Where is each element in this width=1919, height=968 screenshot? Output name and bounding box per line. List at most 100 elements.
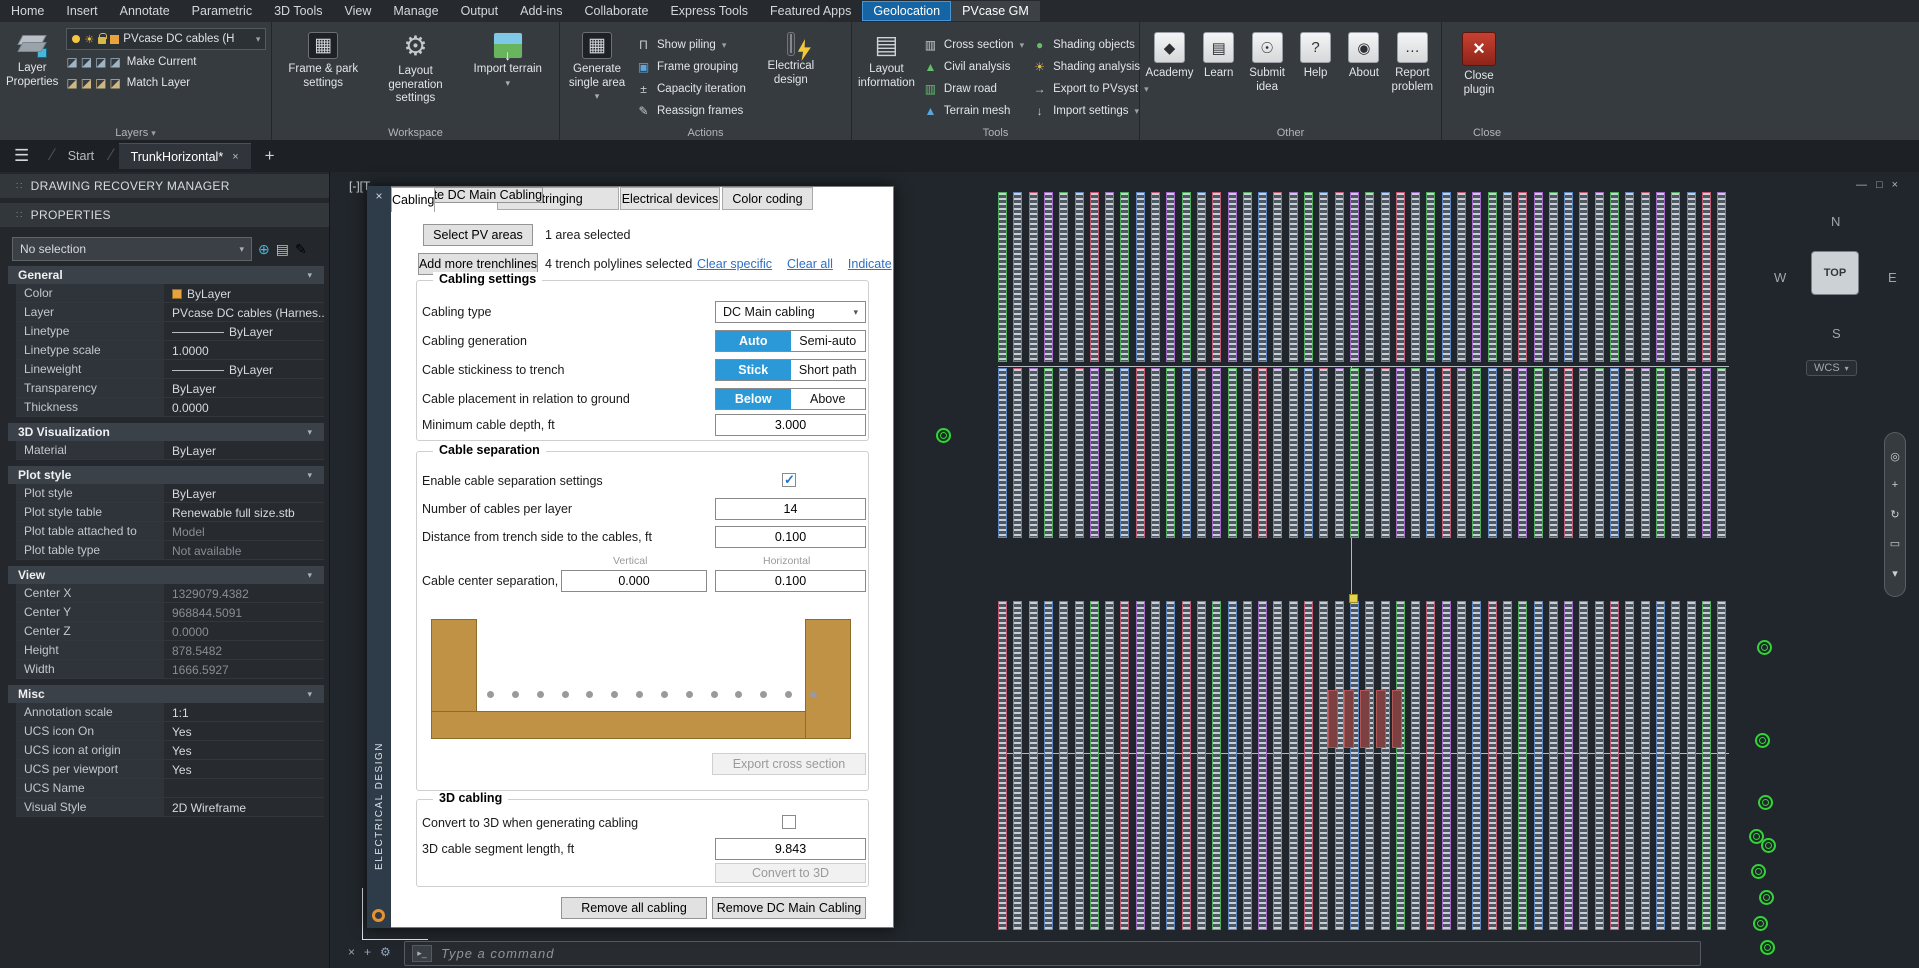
- clear-link[interactable]: Clear all: [787, 257, 833, 271]
- compass-south[interactable]: S: [1832, 326, 1841, 341]
- ribbon-tab[interactable]: Geolocation: [862, 1, 952, 21]
- property-row[interactable]: Height 878.5482: [16, 641, 324, 660]
- ribbon-small-button[interactable]: ✎ Reassign frames: [636, 102, 752, 120]
- layout-information-button[interactable]: ▤ Layout information: [858, 28, 915, 90]
- ribbon-help-button[interactable]: … Report problem: [1390, 28, 1435, 94]
- navigation-bar[interactable]: ◎ + ↻ ▭ ▾: [1884, 432, 1906, 597]
- ribbon-tab[interactable]: Annotate: [109, 1, 181, 21]
- footer-button[interactable]: Remove all cabling: [561, 897, 707, 919]
- layer-properties-button[interactable]: Layer Properties: [6, 28, 58, 89]
- property-row[interactable]: Visual Style 2D Wireframe: [16, 798, 324, 817]
- ribbon-small-button[interactable]: ▲ Terrain mesh: [923, 102, 1024, 120]
- close-tab-icon[interactable]: ×: [232, 151, 238, 163]
- selection-dropdown[interactable]: No selection ▾: [12, 237, 252, 261]
- ribbon-tab[interactable]: PVcase GM: [951, 1, 1040, 21]
- ribbon-small-button[interactable]: ▥ Draw road: [923, 80, 1024, 98]
- ribbon-tab[interactable]: Add-ins: [509, 1, 573, 21]
- electrical-design-button[interactable]: Electrical design: [760, 28, 822, 87]
- property-row[interactable]: Thickness 0.0000: [16, 398, 324, 417]
- cabling-type-dropdown[interactable]: DC Main cabling ▾: [715, 301, 866, 323]
- dialog-tab[interactable]: Electrical devices: [620, 187, 720, 210]
- hamburger-menu-icon[interactable]: ☰: [0, 146, 43, 166]
- property-row[interactable]: Linetype ByLayer: [16, 322, 324, 341]
- property-row[interactable]: UCS Name: [16, 779, 324, 798]
- navigation-tool-icon[interactable]: +: [1892, 479, 1898, 491]
- enable-separation-checkbox[interactable]: [782, 472, 796, 488]
- ribbon-tab[interactable]: Home: [0, 1, 55, 21]
- ribbon-small-button[interactable]: → Export to PVsyst ▾: [1032, 80, 1149, 98]
- property-row[interactable]: Center Z 0.0000: [16, 622, 324, 641]
- ribbon-small-button[interactable]: ▣ Frame grouping: [636, 58, 752, 76]
- property-row[interactable]: Layer PVcase DC cables (Harnes...: [16, 303, 324, 322]
- wcs-dropdown[interactable]: WCS ▾: [1806, 360, 1857, 376]
- clear-link[interactable]: Indicate: [848, 257, 892, 271]
- navigation-tool-icon[interactable]: ▭: [1890, 537, 1900, 550]
- ribbon-big-button[interactable]: ▦ Frame & park settings: [284, 28, 362, 94]
- dialog-tab[interactable]: Cabling: [391, 187, 436, 212]
- property-row[interactable]: UCS icon On Yes: [16, 722, 324, 741]
- generate-single-area-button[interactable]: ▦ Generate single area ▾: [566, 28, 628, 101]
- new-tab-button[interactable]: +: [251, 146, 289, 166]
- statusbar-icon[interactable]: +: [364, 945, 371, 959]
- property-row[interactable]: Plot table attached to Model: [16, 522, 324, 541]
- ribbon-tab[interactable]: Manage: [382, 1, 449, 21]
- ribbon-small-button[interactable]: ▲ Civil analysis: [923, 58, 1024, 76]
- select-pv-areas-button[interactable]: Select PV areas: [423, 224, 533, 246]
- ribbon-tab[interactable]: Express Tools: [659, 1, 759, 21]
- property-row[interactable]: Annotation scale 1:1: [16, 703, 324, 722]
- tab-drawing-active[interactable]: TrunkHorizontal* ×: [118, 143, 251, 169]
- statusbar-icon[interactable]: ⚙: [380, 945, 391, 959]
- command-customize-icon[interactable]: ▸_: [412, 945, 432, 962]
- ribbon-small-button[interactable]: Π Show piling ▾: [636, 36, 752, 54]
- ribbon-small-button[interactable]: ↓ Import settings ▾: [1032, 102, 1149, 120]
- ribbon-tab[interactable]: Parametric: [181, 1, 263, 21]
- selector-tool-icon[interactable]: ✎: [295, 241, 307, 258]
- ribbon-tab[interactable]: 3D Tools: [263, 1, 333, 21]
- ribbon-small-button[interactable]: ● Shading objects: [1032, 36, 1149, 54]
- convert-3d-checkbox[interactable]: [782, 815, 796, 829]
- property-row[interactable]: UCS per viewport Yes: [16, 760, 324, 779]
- ribbon-big-button[interactable]: ↓ Import terrain ▾: [469, 28, 547, 87]
- selector-tool-icon[interactable]: ▤: [276, 241, 289, 258]
- property-section-header[interactable]: Plot style: [8, 466, 324, 484]
- window-control-icon[interactable]: ×: [1892, 179, 1898, 191]
- compass-north[interactable]: N: [1831, 214, 1840, 229]
- viewcube-top-button[interactable]: TOP: [1811, 251, 1859, 295]
- ribbon-help-button[interactable]: ◉ About: [1341, 28, 1386, 81]
- property-row[interactable]: Plot table type Not available: [16, 541, 324, 560]
- trench-distance-input[interactable]: 0.100: [715, 526, 866, 548]
- statusbar-icon[interactable]: ×: [348, 945, 355, 959]
- ribbon-tab[interactable]: Output: [450, 1, 510, 21]
- property-section-header[interactable]: Misc: [8, 685, 324, 703]
- selector-tool-icon[interactable]: ⊕: [258, 241, 270, 258]
- clear-link[interactable]: Clear specific: [697, 257, 772, 271]
- window-control-icon[interactable]: □: [1876, 179, 1883, 191]
- min-depth-input[interactable]: 3.000: [715, 414, 866, 436]
- compass-west[interactable]: W: [1774, 270, 1786, 285]
- make-current-button[interactable]: ◪ ◪ ◪ ◪ Make Current: [66, 53, 266, 71]
- match-layer-button[interactable]: ◪ ◪ ◪ ◪ Match Layer: [66, 74, 266, 92]
- ribbon-small-button[interactable]: ± Capacity iteration: [636, 80, 752, 98]
- property-row[interactable]: Plot style table Renewable full size.stb: [16, 503, 324, 522]
- property-row[interactable]: Center Y 968844.5091: [16, 603, 324, 622]
- ribbon-tab[interactable]: Insert: [55, 1, 108, 21]
- dialog-tab[interactable]: Color coding: [722, 187, 813, 210]
- ribbon-small-button[interactable]: ▥ Cross section ▾: [923, 36, 1024, 54]
- vertical-separation-input[interactable]: 0.000: [561, 570, 707, 592]
- ribbon-tab[interactable]: View: [334, 1, 383, 21]
- cables-per-layer-input[interactable]: 14: [715, 498, 866, 520]
- navigation-tool-icon[interactable]: ↻: [1890, 508, 1899, 521]
- close-plugin-button[interactable]: × Close plugin: [1448, 28, 1510, 97]
- panel-label-layers[interactable]: Layers ▾: [0, 127, 271, 139]
- property-row[interactable]: Lineweight ByLayer: [16, 360, 324, 379]
- ribbon-tab[interactable]: Featured Apps: [759, 1, 862, 21]
- tab-start[interactable]: Start: [60, 149, 102, 163]
- placement-toggle[interactable]: Below Above: [715, 388, 866, 410]
- navigation-tool-icon[interactable]: ▾: [1892, 567, 1898, 580]
- ribbon-big-button[interactable]: ⚙ Layout generation settings: [377, 28, 455, 110]
- footer-button[interactable]: Remove DC Main Cabling: [712, 897, 866, 919]
- property-row[interactable]: Color ByLayer: [16, 284, 324, 303]
- convert-3d-button[interactable]: Convert to 3D: [715, 863, 866, 883]
- ribbon-help-button[interactable]: ◆ Academy: [1146, 28, 1193, 81]
- horizontal-separation-input[interactable]: 0.100: [715, 570, 866, 592]
